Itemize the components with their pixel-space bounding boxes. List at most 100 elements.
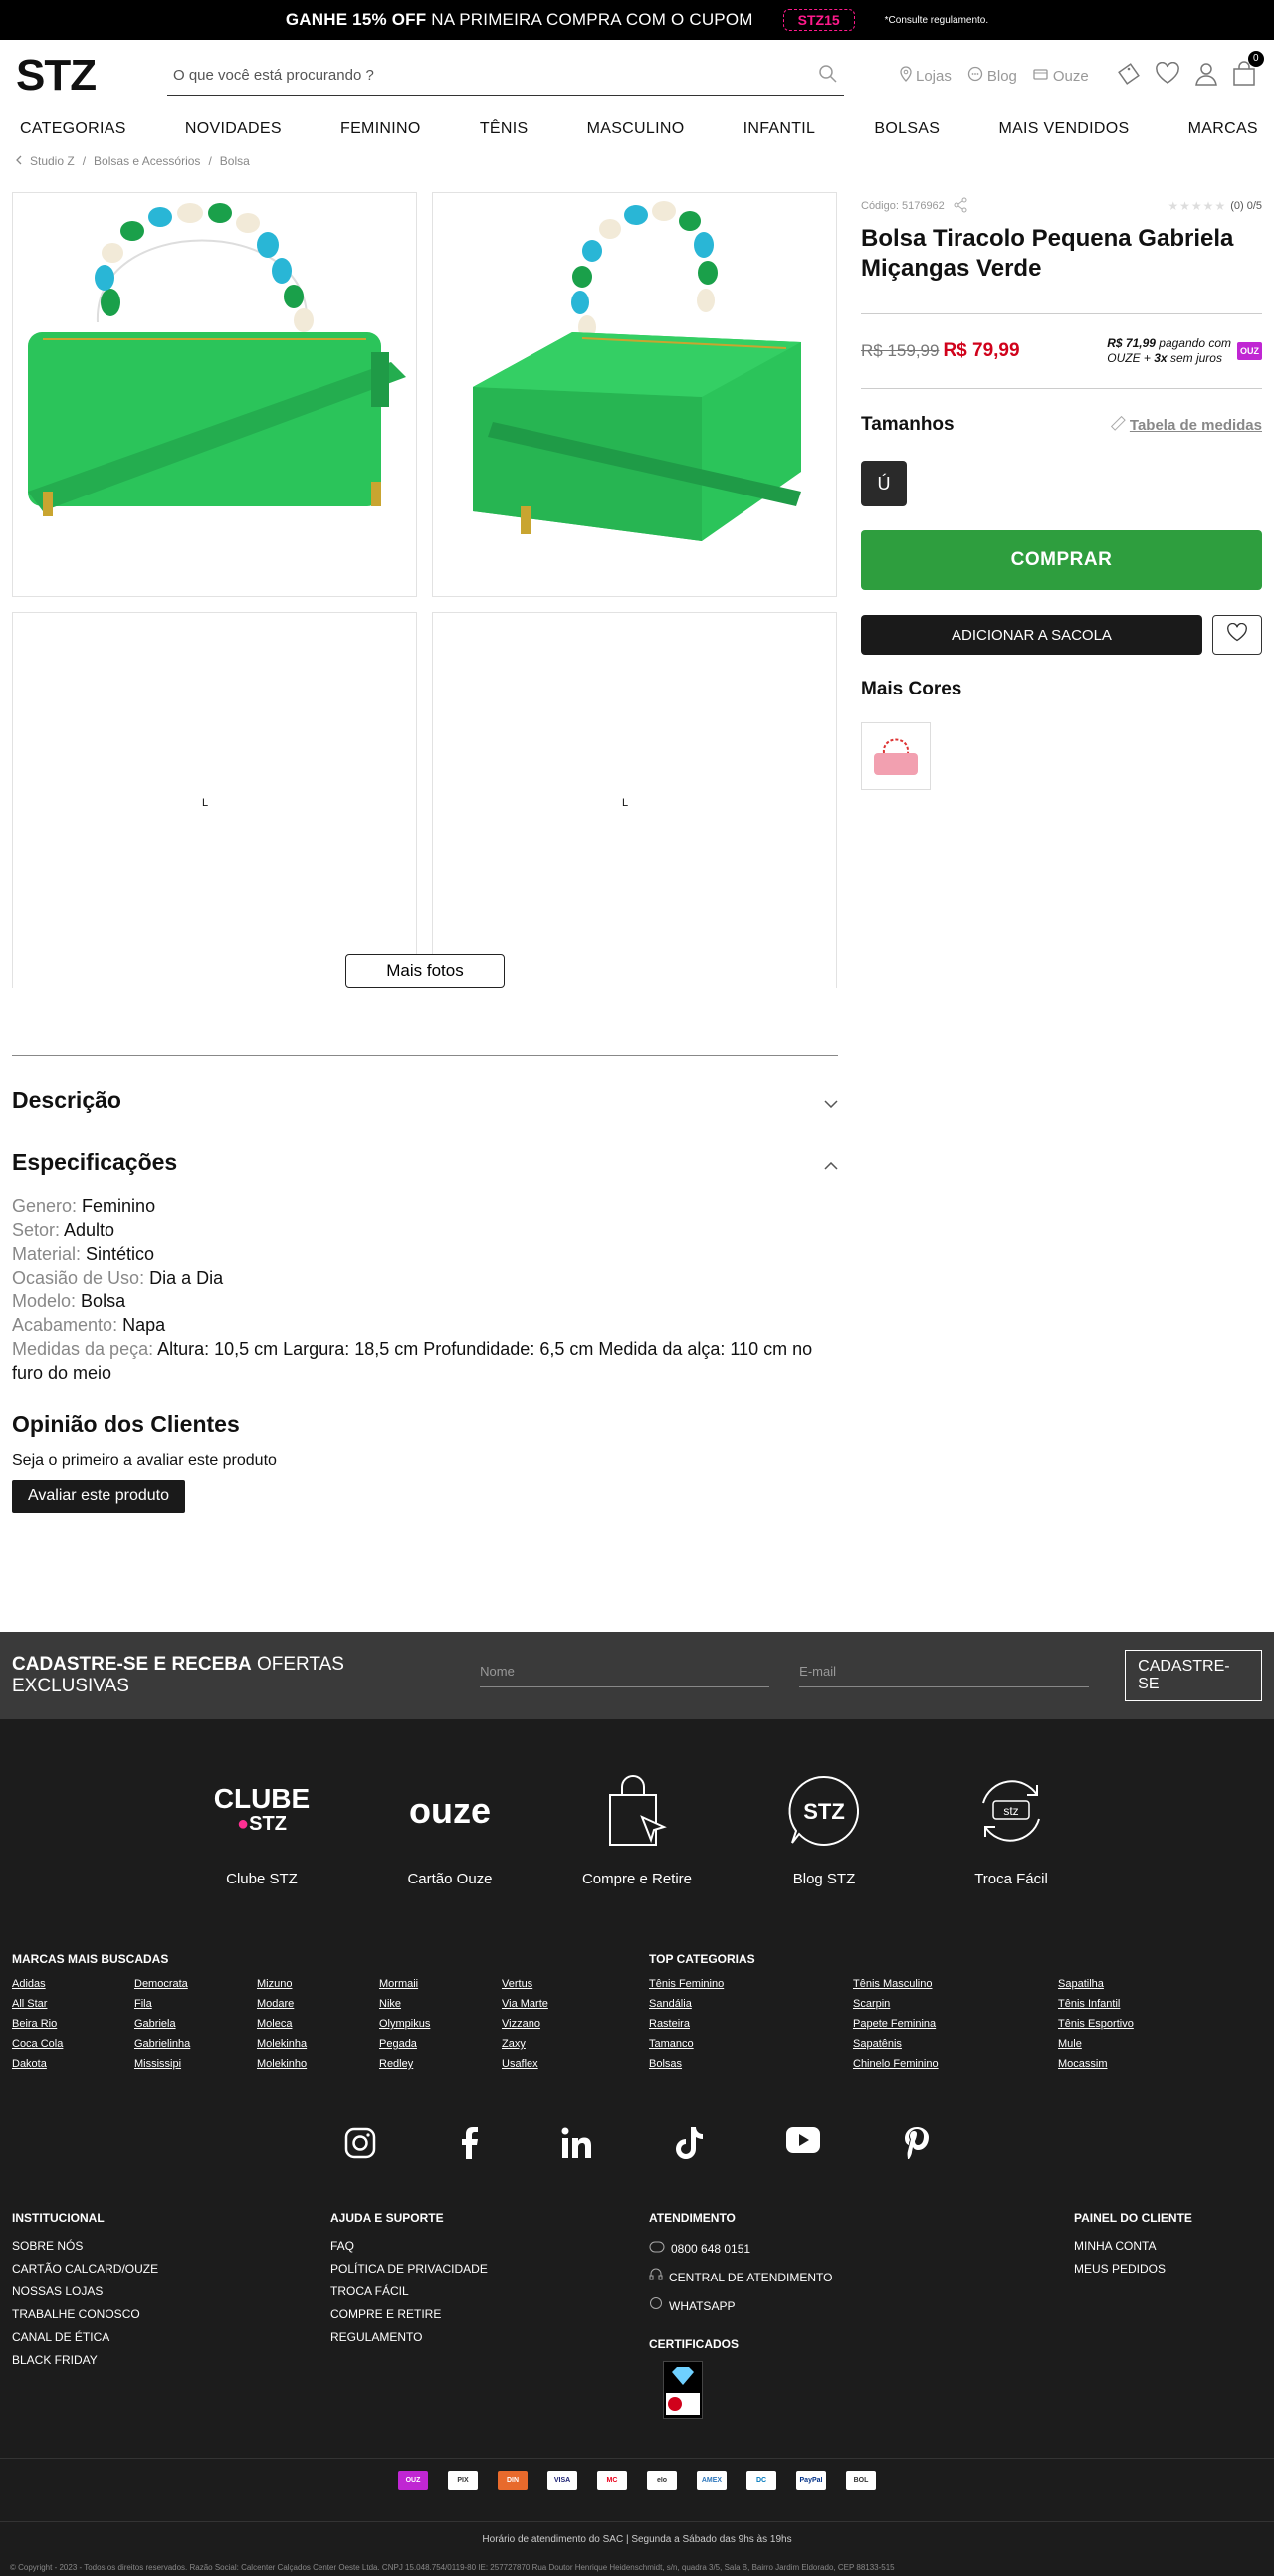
brand-link[interactable]: Gabrielinha (134, 2034, 190, 2054)
brand-link[interactable]: Vizzano (502, 2014, 540, 2034)
feature-blog-stz[interactable]: STZ Blog STZ (731, 1771, 918, 1887)
brand-link[interactable]: Redley (379, 2054, 413, 2074)
footer-link[interactable]: CANAL DE ÉTICA (12, 2326, 158, 2349)
footer-link[interactable]: BLACK FRIDAY (12, 2349, 158, 2372)
brand-link[interactable]: Vertus (502, 1974, 532, 1994)
category-link[interactable]: Tênis Feminino (649, 1974, 724, 1994)
product-image-2[interactable] (432, 192, 837, 597)
footer-link[interactable]: COMPRE E RETIRE (330, 2303, 488, 2326)
wishlist-button[interactable] (1212, 615, 1262, 655)
category-link[interactable]: Mocassim (1058, 2054, 1108, 2074)
breadcrumb-studio-z[interactable]: Studio Z (30, 154, 75, 168)
brand-link[interactable]: Modare (257, 1994, 294, 2014)
specifications-accordion[interactable]: Especificações (12, 1142, 838, 1182)
brand-link[interactable]: Molekinha (257, 2034, 307, 2054)
category-link[interactable]: Bolsas (649, 2054, 682, 2074)
ouze-link[interactable]: Ouze (1033, 66, 1089, 86)
brand-link[interactable]: Beira Rio (12, 2014, 57, 2034)
coupon-icon[interactable] (1117, 62, 1141, 91)
write-review-button[interactable]: Avaliar este produto (12, 1480, 186, 1513)
brand-link[interactable]: Usaflex (502, 2054, 538, 2074)
phone-link[interactable]: 0800 648 0151 (649, 2235, 832, 2264)
brand-link[interactable]: Pegada (379, 2034, 417, 2054)
logo[interactable]: STZ (16, 51, 167, 100)
footer-link[interactable]: MINHA CONTA (1074, 2235, 1192, 2258)
footer-link[interactable]: NOSSAS LOJAS (12, 2280, 158, 2303)
footer-link[interactable]: SOBRE NÓS (12, 2235, 158, 2258)
description-accordion[interactable]: Descrição (12, 1081, 838, 1120)
blog-link[interactable]: Blog (967, 66, 1017, 86)
pinterest-icon[interactable] (903, 2127, 931, 2164)
nav-marcas[interactable]: MARCAS (1188, 120, 1258, 138)
feature-compre-retire[interactable]: Compre e Retire (543, 1771, 731, 1887)
nav-mais-vendidos[interactable]: MAIS VENDIDOS (998, 120, 1129, 138)
footer-link[interactable]: REGULAMENTO (330, 2326, 488, 2349)
category-link[interactable]: Sandália (649, 1994, 692, 2014)
nav-masculino[interactable]: MASCULINO (587, 120, 685, 138)
breadcrumb-bolsa[interactable]: Bolsa (220, 154, 250, 168)
feature-clube-stz[interactable]: CLUBE ●STZ Clube STZ (168, 1771, 355, 1887)
youtube-icon[interactable] (785, 2127, 820, 2164)
category-link[interactable]: Papete Feminina (853, 2014, 936, 2034)
promo-bar[interactable]: GANHE 15% OFF NA PRIMEIRA COMPRA COM O C… (0, 0, 1274, 40)
nav-tenis[interactable]: TÊNIS (480, 120, 529, 138)
brand-link[interactable]: Via Marte (502, 1994, 548, 2014)
size-table-link[interactable]: Tabela de medidas (1110, 415, 1262, 436)
nav-bolsas[interactable]: BOLSAS (874, 120, 940, 138)
newsletter-email-input[interactable]: E-mail (799, 1664, 1090, 1687)
category-link[interactable]: Chinelo Feminino (853, 2054, 939, 2074)
buy-button[interactable]: COMPRAR (861, 530, 1262, 590)
category-link[interactable]: Tênis Infantil (1058, 1994, 1120, 2014)
facebook-icon[interactable] (459, 2127, 479, 2164)
share-icon[interactable] (953, 197, 968, 216)
category-link[interactable]: Tênis Esportivo (1058, 2014, 1134, 2034)
newsletter-submit-button[interactable]: CADASTRE-SE (1125, 1650, 1263, 1701)
brand-link[interactable]: Adidas (12, 1974, 46, 1994)
whatsapp-link[interactable]: WHATSAPP (649, 2292, 832, 2321)
more-photos-button[interactable]: Mais fotos (345, 954, 505, 988)
category-link[interactable]: Sapatênis (853, 2034, 902, 2054)
instagram-icon[interactable] (344, 2127, 376, 2164)
breadcrumb-bolsas-acessorios[interactable]: Bolsas e Acessórios (94, 154, 200, 168)
category-link[interactable]: Rasteira (649, 2014, 690, 2034)
brand-link[interactable]: Olympikus (379, 2014, 430, 2034)
user-icon[interactable] (1194, 61, 1218, 92)
footer-link[interactable]: FAQ (330, 2235, 488, 2258)
category-link[interactable]: Sapatilha (1058, 1974, 1104, 1994)
promo-note[interactable]: *Consulte regulamento. (885, 15, 989, 26)
footer-link[interactable]: CARTÃO CALCARD/OUZE (12, 2258, 158, 2280)
nav-infantil[interactable]: INFANTIL (743, 120, 816, 138)
brand-link[interactable]: Molekinho (257, 2054, 307, 2074)
brand-link[interactable]: Mississipi (134, 2054, 181, 2074)
brand-link[interactable]: Fila (134, 1994, 152, 2014)
brand-link[interactable]: Zaxy (502, 2034, 526, 2054)
brand-link[interactable]: Mormaii (379, 1974, 418, 1994)
brand-link[interactable]: Nike (379, 1994, 401, 2014)
feature-troca-facil[interactable]: stz Troca Fácil (918, 1771, 1105, 1887)
product-image-3[interactable]: L (12, 612, 417, 988)
nav-feminino[interactable]: FEMININO (340, 120, 421, 138)
support-link[interactable]: CENTRAL DE ATENDIMENTO (649, 2264, 832, 2292)
brand-link[interactable]: Moleca (257, 2014, 292, 2034)
brand-link[interactable]: Democrata (134, 1974, 188, 1994)
size-option-unico[interactable]: Ú (861, 461, 907, 506)
footer-link[interactable]: TRABALHE CONOSCO (12, 2303, 158, 2326)
stores-link[interactable]: Lojas (900, 66, 952, 86)
category-link[interactable]: Mule (1058, 2034, 1082, 2054)
footer-link[interactable]: POLÍTICA DE PRIVACIDADE (330, 2258, 488, 2280)
feature-cartao-ouze[interactable]: ouze Cartão Ouze (356, 1771, 543, 1887)
footer-link[interactable]: TROCA FÁCIL (330, 2280, 488, 2303)
color-swatch-pink[interactable] (861, 722, 931, 790)
search-input[interactable]: O que você está procurando ? (173, 67, 374, 84)
brand-link[interactable]: Dakota (12, 2054, 47, 2074)
product-image-1[interactable] (12, 192, 417, 597)
category-link[interactable]: Tênis Masculino (853, 1974, 932, 1994)
brand-link[interactable]: All Star (12, 1994, 47, 2014)
nav-categorias[interactable]: CATEGORIAS (20, 120, 126, 138)
tiktok-icon[interactable] (675, 2127, 704, 2164)
search-icon[interactable] (818, 64, 838, 88)
brand-link[interactable]: Gabriela (134, 2014, 176, 2034)
footer-link[interactable]: MEUS PEDIDOS (1074, 2258, 1192, 2280)
brand-link[interactable]: Mizuno (257, 1974, 292, 1994)
bag-button[interactable]: 0 (1232, 50, 1264, 92)
